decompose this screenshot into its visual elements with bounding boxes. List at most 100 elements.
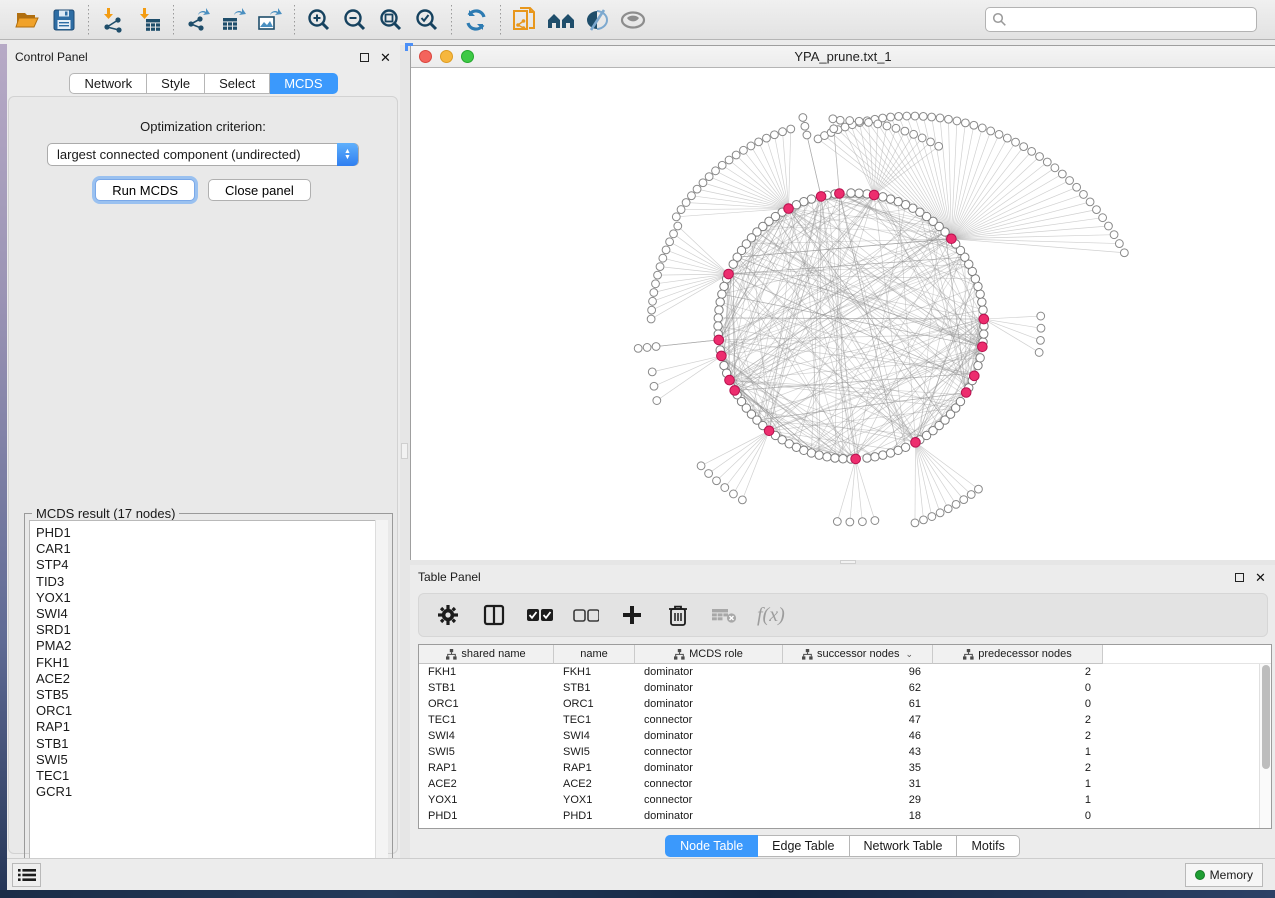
table-row[interactable]: YOX1YOX1connector291 <box>419 792 1259 808</box>
mcds-result-item[interactable]: RAP1 <box>36 719 387 735</box>
show-hidden-button[interactable] <box>615 4 651 36</box>
mcds-result-item[interactable]: CAR1 <box>36 541 387 557</box>
table-row[interactable]: STB1STB1dominator620 <box>419 680 1259 696</box>
add-column-button[interactable] <box>619 602 645 628</box>
mcds-result-item[interactable]: PMA2 <box>36 638 387 654</box>
close-panel-button[interactable]: Close panel <box>208 179 311 201</box>
table-settings-button[interactable] <box>435 602 461 628</box>
mcds-result-item[interactable]: YOX1 <box>36 590 387 606</box>
mcds-result-item[interactable]: ACE2 <box>36 671 387 687</box>
tab-network-table[interactable]: Network Table <box>850 835 958 857</box>
network-window-titlebar[interactable]: YPA_prune.txt_1 <box>411 46 1275 68</box>
task-history-button[interactable] <box>12 863 41 887</box>
tab-style[interactable]: Style <box>147 73 205 94</box>
mcds-result-item[interactable]: STP4 <box>36 557 387 573</box>
mcds-result-item[interactable]: SWI4 <box>36 606 387 622</box>
export-network-button[interactable] <box>180 4 216 36</box>
mcds-result-item[interactable]: TEC1 <box>36 768 387 784</box>
column-header-predecessor-nodes[interactable]: predecessor nodes <box>933 645 1103 664</box>
sort-chevron-icon[interactable]: ⌄ <box>906 649 914 660</box>
hide-selected-button[interactable] <box>579 4 615 36</box>
mcds-result-item[interactable]: TID3 <box>36 574 387 590</box>
divider-grip[interactable] <box>401 443 408 459</box>
export-table-button[interactable] <box>216 4 252 36</box>
column-header-MCDS-role[interactable]: MCDS role <box>635 645 783 664</box>
search-icon <box>992 12 1007 27</box>
tab-node-table[interactable]: Node Table <box>665 835 758 857</box>
network-graph[interactable] <box>411 68 1275 560</box>
memory-button[interactable]: Memory <box>1185 863 1263 887</box>
table-cell: 29 <box>783 794 933 806</box>
table-row[interactable]: SWI4SWI4dominator462 <box>419 728 1259 744</box>
export-image-button[interactable] <box>252 4 288 36</box>
status-bar: Memory <box>7 858 1275 890</box>
column-header-name[interactable]: name <box>554 645 635 664</box>
mcds-result-item[interactable]: GCR1 <box>36 784 387 800</box>
mcds-result-item[interactable]: STB5 <box>36 687 387 703</box>
column-type-icon <box>446 649 457 660</box>
graph-satellite-nodes[interactable] <box>634 112 1128 527</box>
tab-mcds[interactable]: MCDS <box>270 73 337 94</box>
close-panel-icon[interactable]: ✕ <box>1254 571 1267 584</box>
table-cell: ORC1 <box>419 698 554 710</box>
mcds-result-item[interactable]: SWI5 <box>36 752 387 768</box>
open-file-button[interactable] <box>10 4 46 36</box>
mcds-hub-node <box>970 371 980 381</box>
zoom-in-button[interactable] <box>301 4 337 36</box>
network-canvas[interactable] <box>411 68 1275 560</box>
tab-select[interactable]: Select <box>205 73 270 94</box>
table-row[interactable]: RAP1RAP1dominator352 <box>419 760 1259 776</box>
table-cell: STB1 <box>419 682 554 694</box>
show-columns-button[interactable] <box>481 602 507 628</box>
delete-column-button[interactable] <box>665 602 691 628</box>
first-neighbors-button[interactable] <box>543 4 579 36</box>
table-row[interactable]: TEC1TEC1connector472 <box>419 712 1259 728</box>
table-scrollbar[interactable] <box>1259 664 1271 828</box>
zoom-out-button[interactable] <box>337 4 373 36</box>
mcds-result-scrollbar[interactable] <box>375 520 388 878</box>
save-session-button[interactable] <box>46 4 82 36</box>
table-row[interactable]: FKH1FKH1dominator962 <box>419 664 1259 680</box>
column-header-successor-nodes[interactable]: successor nodes⌄ <box>783 645 933 664</box>
table-row[interactable]: SWI5SWI5connector431 <box>419 744 1259 760</box>
close-panel-icon[interactable]: ✕ <box>379 51 392 64</box>
column-header-shared-name[interactable]: shared name <box>419 645 554 664</box>
mcds-result-item[interactable]: STB1 <box>36 736 387 752</box>
mcds-result-item[interactable]: FKH1 <box>36 655 387 671</box>
node-table-body[interactable]: FKH1FKH1dominator962STB1STB1dominator620… <box>419 664 1259 828</box>
tab-network[interactable]: Network <box>69 73 147 94</box>
zoom-fit-button[interactable] <box>373 4 409 36</box>
search-input[interactable] <box>1007 13 1250 27</box>
run-mcds-button[interactable]: Run MCDS <box>95 179 195 201</box>
select-all-button[interactable] <box>527 602 553 628</box>
float-panel-button[interactable] <box>358 51 371 64</box>
search-box[interactable] <box>985 7 1257 32</box>
task-list-icon <box>18 868 36 882</box>
toolbar-separator <box>88 5 89 35</box>
mcds-hub-node <box>911 438 921 448</box>
mcds-result-item[interactable]: SRD1 <box>36 622 387 638</box>
table-cell: 2 <box>933 730 1103 742</box>
optimization-criterion-dropdown[interactable]: largest connected component (undirected)… <box>47 143 359 166</box>
table-cell: 46 <box>783 730 933 742</box>
deselect-all-button[interactable] <box>573 602 599 628</box>
refresh-layout-button[interactable] <box>458 4 494 36</box>
mcds-result-list[interactable]: PHD1CAR1STP4TID3YOX1SWI4SRD1PMA2FKH1ACE2… <box>29 520 388 878</box>
mcds-hub-node <box>764 426 774 436</box>
table-row[interactable]: PHD1PHD1dominator180 <box>419 808 1259 824</box>
split-divider-vertical[interactable] <box>400 45 410 858</box>
mcds-result-item[interactable]: ORC1 <box>36 703 387 719</box>
divider-grip[interactable] <box>840 560 856 564</box>
table-row[interactable]: ORC1ORC1dominator610 <box>419 696 1259 712</box>
float-panel-button[interactable] <box>1233 571 1246 584</box>
zoom-selected-button[interactable] <box>409 4 445 36</box>
network-from-selection-button[interactable] <box>507 4 543 36</box>
tab-edge-table[interactable]: Edge Table <box>758 835 849 857</box>
mcds-result-item[interactable]: PHD1 <box>36 525 387 541</box>
table-row[interactable]: ACE2ACE2connector311 <box>419 776 1259 792</box>
tab-motifs[interactable]: Motifs <box>957 835 1019 857</box>
import-network-button[interactable] <box>95 4 131 36</box>
column-label: MCDS role <box>689 648 743 660</box>
scrollbar-thumb[interactable] <box>1262 665 1270 769</box>
import-table-button[interactable] <box>131 4 167 36</box>
